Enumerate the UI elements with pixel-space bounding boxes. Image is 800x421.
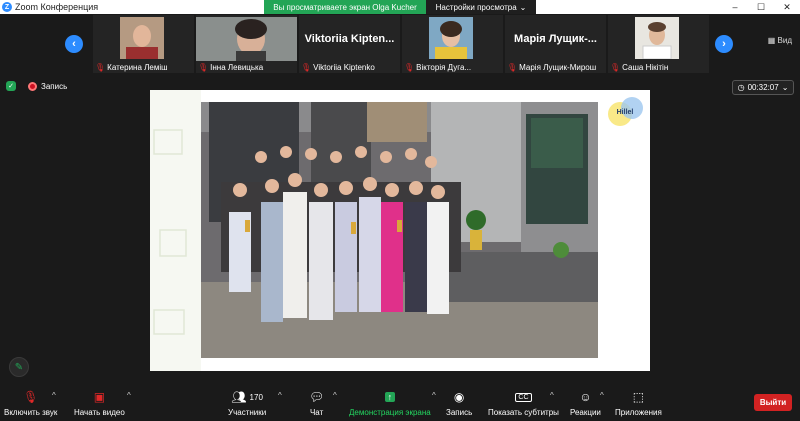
view-options-button[interactable]: Настройки просмотра ⌄ xyxy=(426,0,536,14)
record-icon: ◉ xyxy=(453,390,465,404)
chat-bubble-icon: 💬︎ xyxy=(309,390,325,404)
muted-mic-icon: 🎙︎ xyxy=(404,63,415,72)
status-row: ✓ Запись xyxy=(6,81,67,91)
participant-name-large: Марія Лущик-... xyxy=(514,33,597,45)
captions-label: Показать субтитры xyxy=(488,408,559,417)
captions-button[interactable]: CC Показать субтитры xyxy=(488,389,559,417)
prev-page-button[interactable]: ‹ xyxy=(65,35,83,53)
zoom-logo-icon: Z xyxy=(2,2,12,12)
chat-options-caret[interactable]: ^ xyxy=(333,391,337,400)
hillel-logo-icon: Hillel xyxy=(608,97,643,126)
unmute-button[interactable]: 🎙︎ Включить звук xyxy=(4,389,57,417)
participant-tile[interactable]: 🎙︎ Вікторія Дуга... xyxy=(402,15,503,73)
share-screen-label: Демонстрация экрана xyxy=(349,408,431,417)
next-page-button[interactable]: › xyxy=(715,35,733,53)
people-icon: 👥︎ xyxy=(231,390,247,404)
group-photo-image xyxy=(201,102,598,358)
participants-icon-group: 👥︎ 170 xyxy=(231,389,263,405)
reactions-label: Реакции xyxy=(570,408,601,417)
participant-tile[interactable]: Марія Лущик-... 🎙︎ Марія Лущик-Мирош xyxy=(505,15,606,73)
participant-photo xyxy=(429,17,473,59)
muted-mic-icon: 🎙︎ xyxy=(610,63,621,72)
captions-options-caret[interactable]: ^ xyxy=(550,391,554,400)
logo-text: Hillel xyxy=(617,109,634,116)
participant-photo xyxy=(196,17,297,61)
participant-name: 🎙︎ Катерина Леміш xyxy=(95,63,168,72)
participant-name: 🎙︎ Viktoriia Kiptenko xyxy=(301,63,375,72)
start-video-label: Начать видео xyxy=(74,408,125,417)
muted-mic-icon: 🎙︎ xyxy=(95,63,106,72)
participants-button[interactable]: 👥︎ 170 Участники xyxy=(228,389,266,417)
chevron-down-icon: ⌄ xyxy=(519,2,527,12)
close-window-button[interactable]: ✕ xyxy=(774,0,800,14)
shared-screen: Hillel xyxy=(150,90,650,371)
chat-label: Чат xyxy=(309,408,324,417)
window-controls: – ☐ ✕ xyxy=(722,0,800,14)
apps-icon: ⬚ xyxy=(632,390,645,404)
muted-mic-icon: 🎙︎ xyxy=(507,63,518,72)
clock-icon: ◷ xyxy=(737,83,745,92)
recording-indicator[interactable]: Запись xyxy=(28,81,68,91)
reactions-options-caret[interactable]: ^ xyxy=(600,391,604,400)
share-screen-button[interactable]: ↑ Демонстрация экрана xyxy=(349,389,431,417)
participant-name: 🎙︎ Вікторія Дуга... xyxy=(404,63,472,72)
emoji-plus-icon: ☺ xyxy=(579,390,592,404)
meeting-toolbar: 🎙︎ Включить звук ^ ▣ Начать видео ^ 👥︎ 17… xyxy=(0,387,800,421)
video-off-icon: ▣ xyxy=(93,390,106,404)
record-label: Запись xyxy=(446,408,473,417)
maximize-button[interactable]: ☐ xyxy=(748,0,774,14)
unmute-label: Включить звук xyxy=(4,408,58,417)
record-button[interactable]: ◉ Запись xyxy=(446,389,472,417)
share-icon-wrap: ↑ xyxy=(384,389,396,405)
participants-label: Участники xyxy=(228,408,267,417)
participant-name: 🎙︎ Саша Нікітін xyxy=(610,63,669,72)
view-button[interactable]: ▦ Вид xyxy=(768,36,792,45)
leave-button[interactable]: Выйти xyxy=(754,394,792,411)
grid-icon: ▦ xyxy=(767,36,776,45)
slide-decoration xyxy=(150,90,201,371)
shield-icon[interactable]: ✓ xyxy=(6,81,16,91)
group-photo xyxy=(201,102,598,358)
share-status-text: Вы просматриваете экран Olga Kucher xyxy=(264,0,426,14)
apps-button[interactable]: ⬚ Приложения xyxy=(615,389,662,417)
participant-tile[interactable]: Viktoriia Kipten... 🎙︎ Viktoriia Kiptenko xyxy=(299,15,400,73)
annotate-pen-button[interactable]: ✎ xyxy=(9,357,29,377)
audio-options-caret[interactable]: ^ xyxy=(52,391,56,400)
participant-name-large: Viktoriia Kipten... xyxy=(304,33,395,45)
participant-tile[interactable]: 🎙︎ Саша Нікітін xyxy=(608,15,709,73)
participants-count: 170 xyxy=(249,392,263,402)
share-screen-icon: ↑ xyxy=(384,392,396,402)
share-banner: Вы просматриваете экран Olga Kucher Наст… xyxy=(264,0,536,14)
captions-icon-wrap: CC xyxy=(515,389,532,405)
participant-photo xyxy=(635,17,679,59)
captions-icon: CC xyxy=(515,392,532,402)
participant-tile[interactable]: 🎙︎ Інна Левицька xyxy=(196,15,297,73)
window-title: Zoom Конференция xyxy=(15,2,99,12)
share-options-caret[interactable]: ^ xyxy=(432,391,436,400)
participant-name: 🎙︎ Інна Левицька xyxy=(198,63,264,72)
meeting-timer[interactable]: ◷ 00:32:07 ⌄ xyxy=(732,80,794,95)
muted-mic-icon: 🎙︎ xyxy=(198,63,209,72)
muted-mic-icon: 🎙︎ xyxy=(23,390,39,404)
record-dot-icon xyxy=(28,81,37,91)
chat-button[interactable]: 💬︎ Чат xyxy=(309,389,324,417)
view-label: Вид xyxy=(777,36,792,45)
timer-value: 00:32:07 xyxy=(747,83,779,92)
video-options-caret[interactable]: ^ xyxy=(127,391,131,400)
participant-name: 🎙︎ Марія Лущик-Мирош xyxy=(507,63,597,72)
participants-options-caret[interactable]: ^ xyxy=(278,391,282,400)
recording-label: Запись xyxy=(41,81,68,91)
participant-photo xyxy=(120,17,164,59)
minimize-button[interactable]: – xyxy=(722,0,748,14)
apps-label: Приложения xyxy=(615,408,662,417)
gallery-strip: ‹ 🎙︎ Катерина Леміш 🎙︎ Інна Левицька Vikto… xyxy=(0,14,800,74)
pencil-icon: ✎ xyxy=(14,361,24,373)
chevron-down-icon: ⌄ xyxy=(781,83,789,92)
muted-mic-icon: 🎙︎ xyxy=(301,63,312,72)
participant-tile[interactable]: 🎙︎ Катерина Леміш xyxy=(93,15,194,73)
start-video-button[interactable]: ▣ Начать видео xyxy=(74,389,125,417)
reactions-button[interactable]: ☺ Реакции xyxy=(570,389,601,417)
view-options-label: Настройки просмотра xyxy=(435,2,517,12)
